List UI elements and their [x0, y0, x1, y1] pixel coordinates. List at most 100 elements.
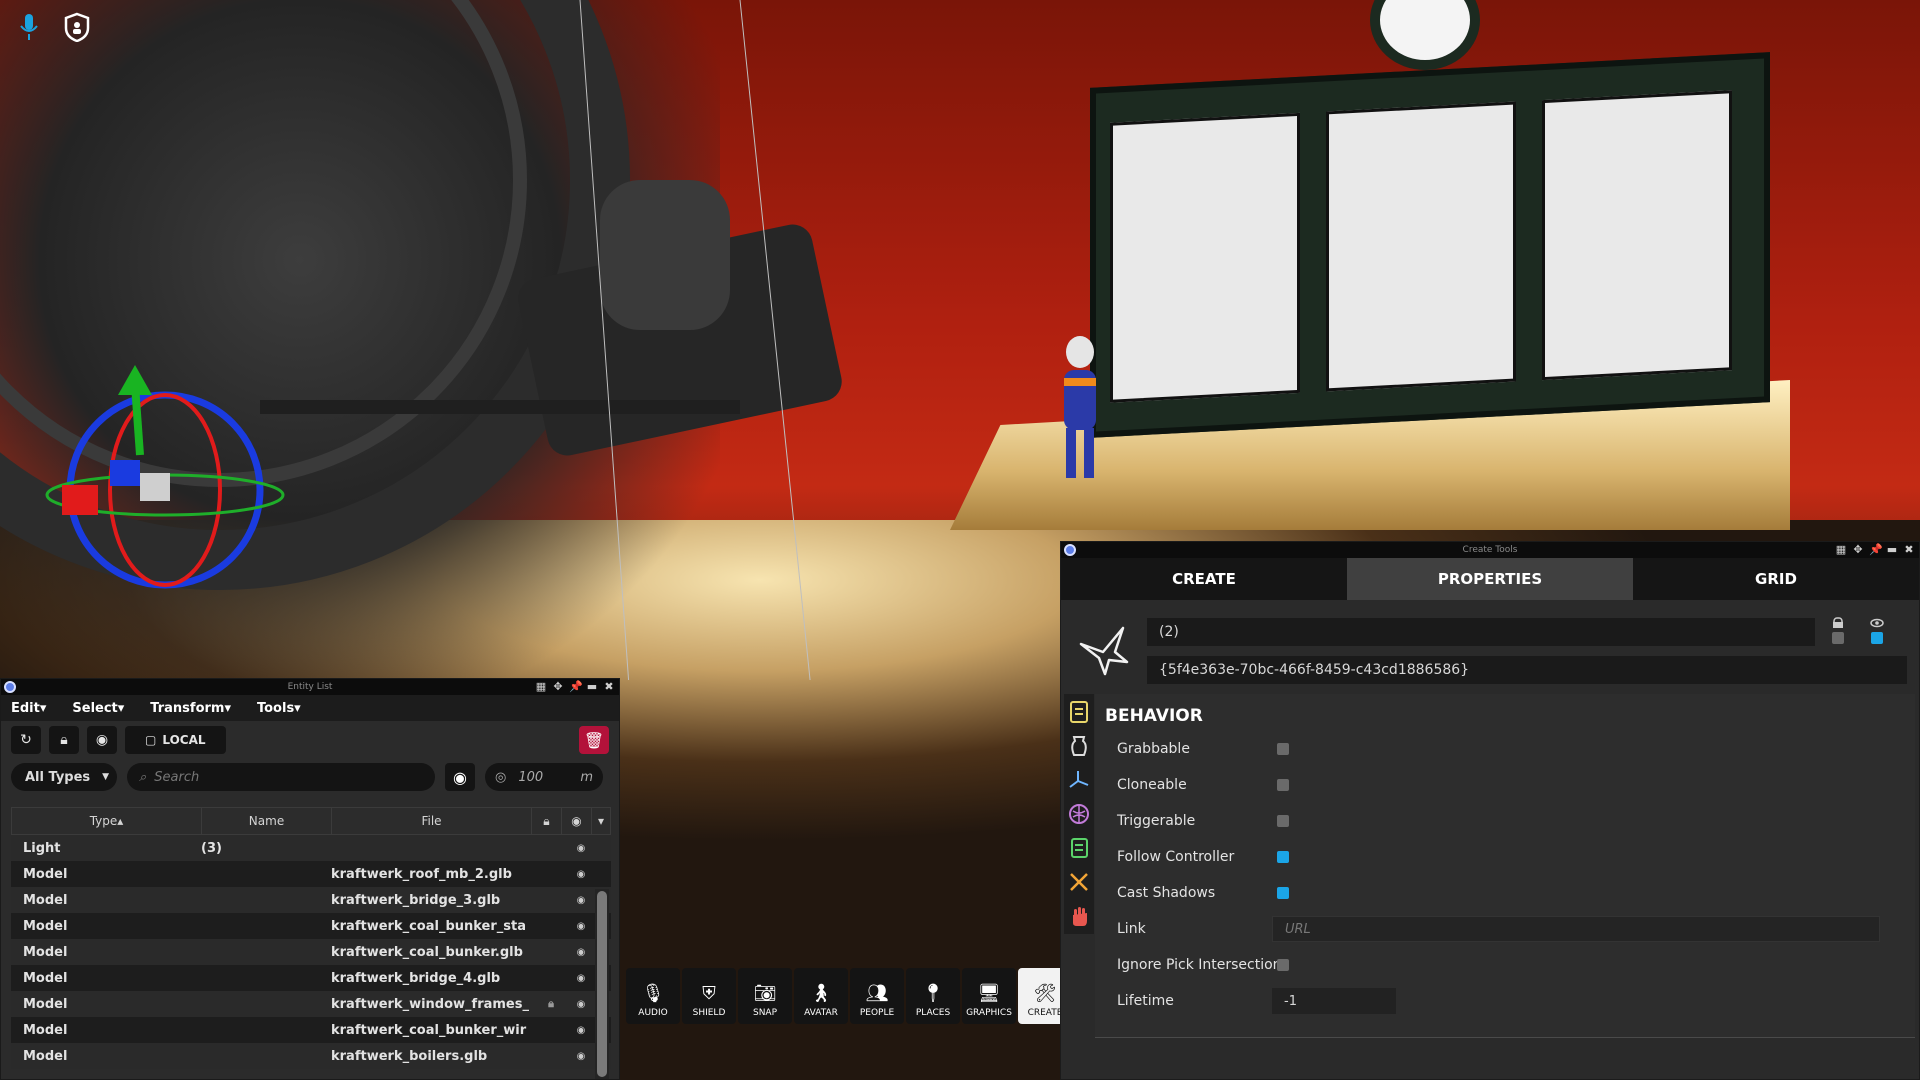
table-row[interactable]: Light (3) ◉: [11, 835, 611, 861]
toolbar-audio-button[interactable]: 🎙︎ AUDIO: [626, 968, 680, 1024]
local-toggle-button[interactable]: ▢ LOCAL: [125, 726, 226, 754]
filter-visibility-button[interactable]: ◉: [445, 763, 475, 791]
menu-edit[interactable]: Edit▾: [11, 701, 46, 716]
table-row[interactable]: Model kraftwerk_boilers.glb ◉: [11, 1043, 611, 1069]
eye-icon[interactable]: ◉: [571, 1025, 591, 1036]
entity-name-field[interactable]: (2): [1147, 618, 1815, 646]
wall-clock: [1370, 0, 1480, 70]
grid-icon[interactable]: ▦: [535, 681, 547, 693]
column-lock[interactable]: 🔒︎: [532, 808, 562, 834]
minimize-icon[interactable]: ▬: [1886, 544, 1898, 556]
locked-toggle[interactable]: [1831, 616, 1845, 646]
lifetime-input[interactable]: -1: [1272, 988, 1396, 1014]
window-title: Entity List: [287, 682, 333, 692]
vase-icon[interactable]: [1066, 732, 1092, 760]
toolbar-people-button[interactable]: 👥︎ PEOPLE: [850, 968, 904, 1024]
behavior-section: BEHAVIOR Grabbable Cloneable Triggerable…: [1095, 694, 1915, 1038]
table-row[interactable]: Model kraftwerk_roof_mb_2.glb ◉: [11, 861, 611, 887]
hand-grab-icon[interactable]: [1066, 902, 1092, 930]
toolbar-graphics-button[interactable]: 🖥︎ GRAPHICS: [962, 968, 1016, 1024]
shield-icon[interactable]: [60, 10, 94, 44]
eye-icon[interactable]: ◉: [571, 921, 591, 932]
eye-icon: ◉: [453, 767, 467, 787]
triggerable-checkbox[interactable]: [1277, 815, 1289, 827]
toolbar-label: AVATAR: [804, 1008, 838, 1018]
document-icon[interactable]: [1066, 698, 1092, 726]
menu-transform[interactable]: Transform▾: [150, 701, 231, 716]
delete-button[interactable]: 🗑︎: [579, 726, 609, 754]
table-row[interactable]: Model kraftwerk_coal_bunker.glb ◉: [11, 939, 611, 965]
visible-toggle[interactable]: [1869, 616, 1885, 646]
pin-icon[interactable]: 📌: [569, 681, 583, 693]
table-row[interactable]: Model kraftwerk_bridge_3.glb ◉: [11, 887, 611, 913]
script-icon[interactable]: [1066, 834, 1092, 862]
ignore-pick-checkbox[interactable]: [1277, 959, 1289, 971]
toolbar-snap-button[interactable]: 📷︎ SNAP: [738, 968, 792, 1024]
refresh-button[interactable]: ↻: [11, 726, 41, 754]
app-logo-icon: [1064, 544, 1076, 556]
toolbar-label: SHIELD: [692, 1008, 726, 1018]
radius-input[interactable]: ◎ 100 m: [485, 763, 603, 791]
close-icon[interactable]: ✖: [603, 681, 615, 693]
row-file: kraftwerk_bridge_3.glb: [331, 892, 501, 908]
eye-icon[interactable]: ◉: [571, 869, 591, 880]
cast-shadows-checkbox[interactable]: [1277, 887, 1289, 899]
menu-tools[interactable]: Tools▾: [257, 701, 301, 716]
row-file: kraftwerk_roof_mb_2.glb: [331, 866, 512, 882]
eye-icon[interactable]: ◉: [571, 843, 591, 854]
visibility-button[interactable]: ◉: [87, 726, 117, 754]
toolbar-places-button[interactable]: 📍︎ PLACES: [906, 968, 960, 1024]
create-tools-titlebar[interactable]: Create Tools ▦ ✥ 📌 ▬ ✖: [1061, 542, 1919, 558]
trash-icon: 🗑︎: [583, 730, 605, 750]
pin-icon[interactable]: 📌: [1869, 544, 1883, 556]
hud-top-left: [12, 10, 94, 44]
menu-select[interactable]: Select▾: [72, 701, 124, 716]
follow-controller-checkbox[interactable]: [1277, 851, 1289, 863]
column-name[interactable]: Name: [202, 808, 332, 834]
toolbar-shield-button[interactable]: ⛨ SHIELD: [682, 968, 736, 1024]
toolbar-avatar-button[interactable]: 🚶︎ AVATAR: [794, 968, 848, 1024]
eye-icon[interactable]: ◉: [571, 947, 591, 958]
table-row[interactable]: Model kraftwerk_window_frames_ 🔒︎ ◉: [11, 991, 611, 1017]
row-file: kraftwerk_coal_bunker_wir: [331, 1022, 527, 1038]
link-url-input[interactable]: URL: [1272, 916, 1880, 942]
eye-icon: ◉: [95, 732, 109, 748]
grabbable-checkbox[interactable]: [1277, 743, 1289, 755]
transform-gizmo[interactable]: [40, 365, 290, 595]
entity-id-field[interactable]: {5f4e363e-70bc-466f-8459-c43cd1886586}: [1147, 656, 1907, 684]
table-row[interactable]: Model kraftwerk_coal_bunker_wir ◉: [11, 1017, 611, 1043]
search-input[interactable]: ⌕ Search: [127, 763, 435, 791]
table-scrollbar[interactable]: [595, 889, 609, 1079]
eye-icon[interactable]: ◉: [571, 895, 591, 906]
tab-create[interactable]: CREATE: [1061, 558, 1347, 600]
grid-icon[interactable]: ▦: [1835, 544, 1847, 556]
table-row[interactable]: Model kraftwerk_coal_bunker_sta ◉: [11, 913, 611, 939]
column-visible[interactable]: ◉: [562, 808, 592, 834]
physics-icon[interactable]: [1066, 868, 1092, 896]
table-row[interactable]: Model kraftwerk_bridge_4.glb ◉: [11, 965, 611, 991]
close-icon[interactable]: ✖: [1903, 544, 1915, 556]
radius-unit: m: [580, 769, 593, 785]
tab-properties[interactable]: PROPERTIES: [1347, 558, 1633, 600]
eye-icon[interactable]: ◉: [571, 1051, 591, 1062]
type-filter-select[interactable]: All Types ▼: [11, 763, 117, 791]
link-label: Link: [1117, 921, 1146, 937]
column-type[interactable]: Type▴: [12, 808, 202, 834]
axes-icon[interactable]: [1066, 766, 1092, 794]
minimize-icon[interactable]: ▬: [586, 681, 598, 693]
cloneable-checkbox[interactable]: [1277, 779, 1289, 791]
eye-icon[interactable]: ◉: [571, 973, 591, 984]
lock-icon[interactable]: 🔒︎: [531, 997, 571, 1011]
tab-grid[interactable]: GRID: [1633, 558, 1919, 600]
column-menu[interactable]: ▾: [592, 808, 610, 834]
lock-button[interactable]: 🔒︎: [49, 726, 79, 754]
move-icon[interactable]: ✥: [1852, 544, 1864, 556]
microphone-icon[interactable]: [12, 10, 46, 44]
map-pin-icon: 📍︎: [921, 983, 945, 1004]
eye-icon[interactable]: ◉: [571, 999, 591, 1010]
grabbable-row: Grabbable: [1117, 738, 1289, 760]
column-file[interactable]: File: [332, 808, 532, 834]
brain-icon[interactable]: [1066, 800, 1092, 828]
entity-list-titlebar[interactable]: Entity List ▦ ✥ 📌 ▬ ✖: [1, 679, 619, 695]
move-icon[interactable]: ✥: [552, 681, 564, 693]
